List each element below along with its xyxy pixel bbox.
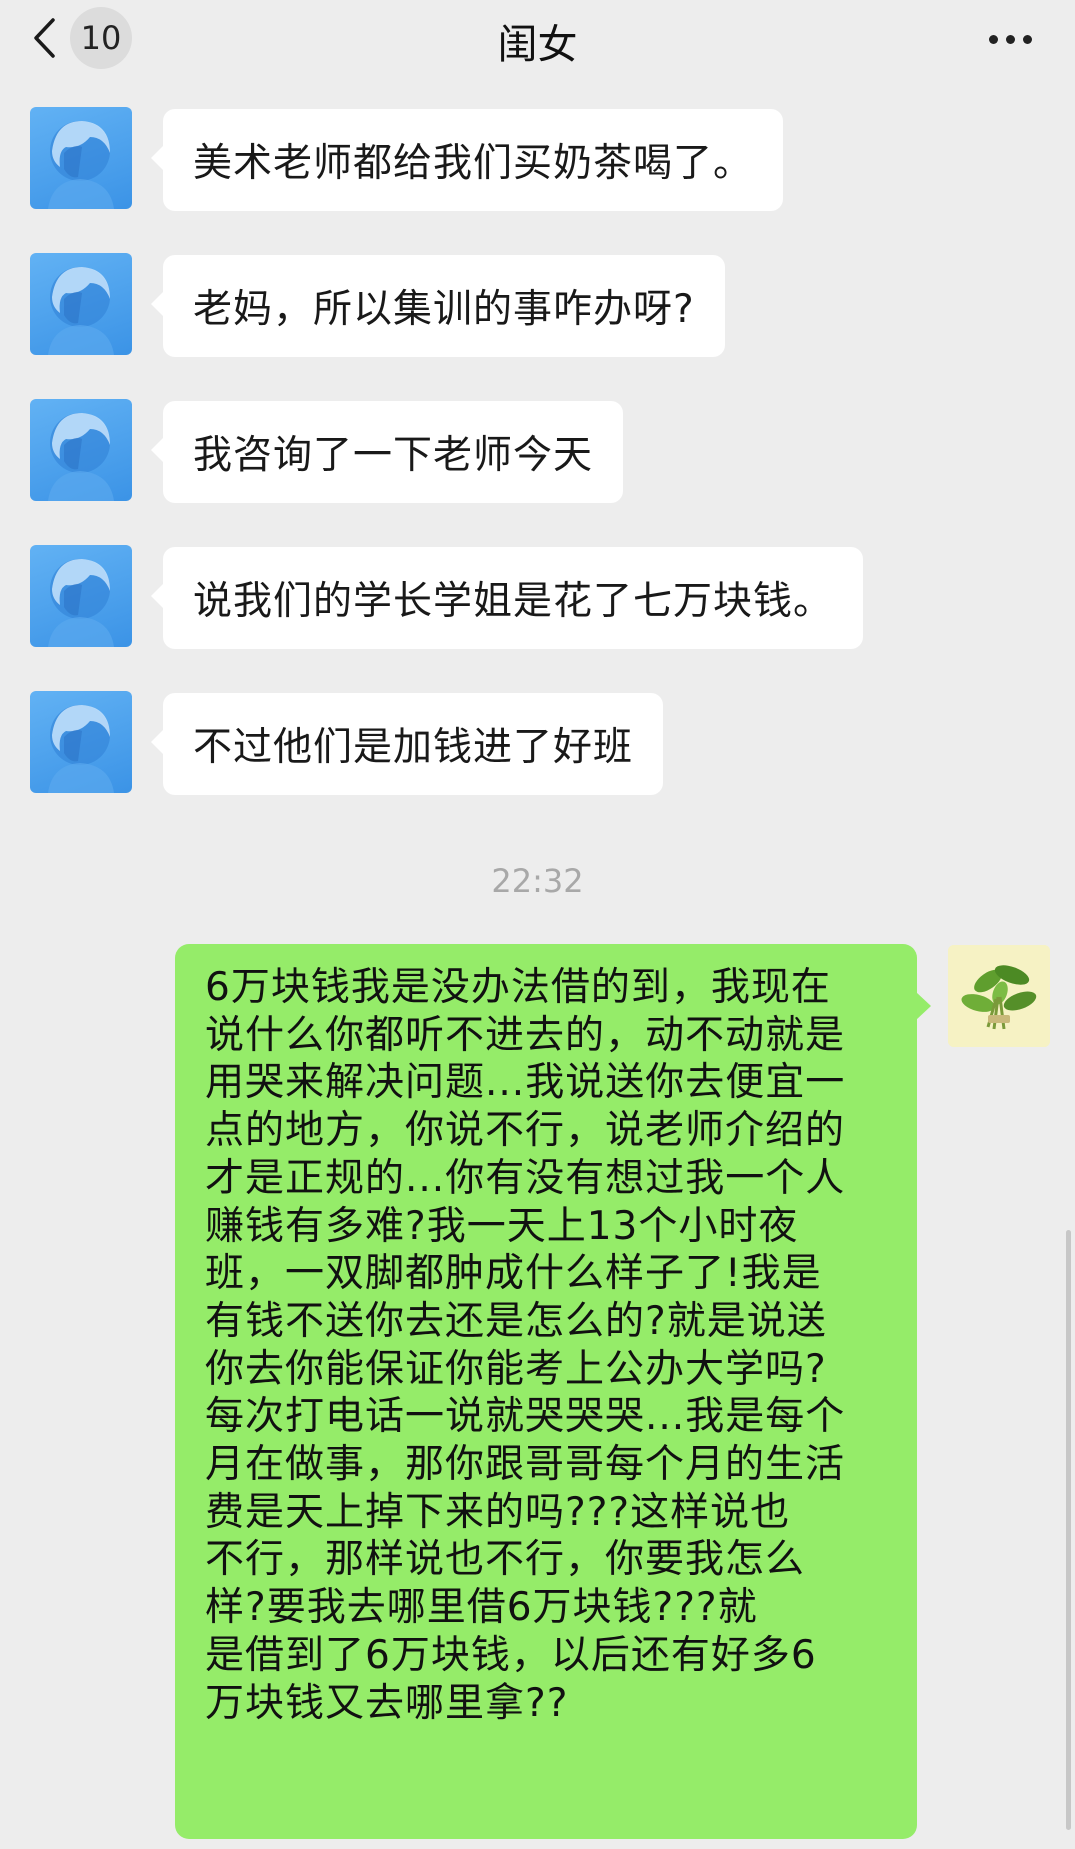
message-line: 赚钱有多难?我一天上13个小时夜 bbox=[205, 1203, 799, 1249]
contact-avatar[interactable] bbox=[30, 399, 132, 501]
message-line: 不行，那样说也不行，你要我怎么 bbox=[205, 1537, 806, 1583]
incoming-message-bubble[interactable]: 老妈，所以集训的事咋办呀? bbox=[151, 255, 725, 357]
incoming-message-bubble[interactable]: 不过他们是加钱进了好班 bbox=[150, 693, 664, 795]
contact-avatar[interactable] bbox=[30, 545, 132, 647]
message-line: 月在做事，那你跟哥哥每个月的生活 bbox=[205, 1442, 846, 1488]
message-line: 6万块钱我是没办法借的到，我现在 bbox=[205, 965, 831, 1010]
my-avatar[interactable] bbox=[948, 945, 1050, 1047]
message-line: 才是正规的...你有没有想过我一个人 bbox=[205, 1155, 846, 1201]
message-timestamp: 22:32 bbox=[491, 862, 584, 900]
contact-avatar[interactable] bbox=[30, 691, 132, 793]
incoming-message-bubble[interactable]: 说我们的学长学姐是花了七万块钱。 bbox=[150, 547, 864, 649]
contact-avatar[interactable] bbox=[30, 253, 132, 355]
unread-count-badge: 10 bbox=[70, 7, 132, 69]
more-options-button[interactable] bbox=[975, 14, 1045, 64]
message-line: 每次打电话一说就哭哭哭...我是每个 bbox=[205, 1394, 846, 1440]
chevron-left-icon bbox=[30, 16, 58, 60]
outgoing-message-bubble[interactable]: 6万块钱我是没办法借的到，我现在 说什么你都听不进去的，动不动就是 用哭来解决问… bbox=[175, 944, 931, 1839]
message-line: 说什么你都听不进去的，动不动就是 bbox=[205, 1012, 846, 1058]
incoming-message-bubble[interactable]: 我咨询了一下老师今天 bbox=[150, 401, 624, 503]
back-button[interactable]: 10 bbox=[30, 7, 160, 69]
incoming-message-bubble[interactable]: 美术老师都给我们买奶茶喝了。 bbox=[150, 109, 784, 211]
message-line: 班，一双脚都肿成什么样子了!我是 bbox=[205, 1251, 822, 1297]
chat-title: 闺女 bbox=[497, 22, 578, 68]
chat-header: 10 闺女 bbox=[0, 0, 1075, 80]
scrollbar[interactable] bbox=[1066, 1230, 1071, 1830]
message-line: 是借到了6万块钱，以后还有好多6 bbox=[205, 1632, 817, 1678]
message-line: 点的地方，你说不行，说老师介绍的 bbox=[205, 1108, 846, 1154]
message-line: 有钱不送你去还是怎么的?就是说送 bbox=[205, 1298, 827, 1344]
more-dots-icon bbox=[988, 34, 998, 44]
message-line: 你去你能保证你能考上公办大学吗? bbox=[205, 1346, 827, 1392]
message-line: 用哭来解决问题...我说送你去便宜一 bbox=[205, 1060, 846, 1106]
message-line: 样?要我去哪里借6万块钱???就 bbox=[205, 1585, 758, 1631]
message-line: 万块钱又去哪里拿?? bbox=[205, 1680, 569, 1726]
contact-avatar[interactable] bbox=[30, 107, 132, 209]
message-line: 费是天上掉下来的吗???这样说也 bbox=[205, 1489, 791, 1535]
